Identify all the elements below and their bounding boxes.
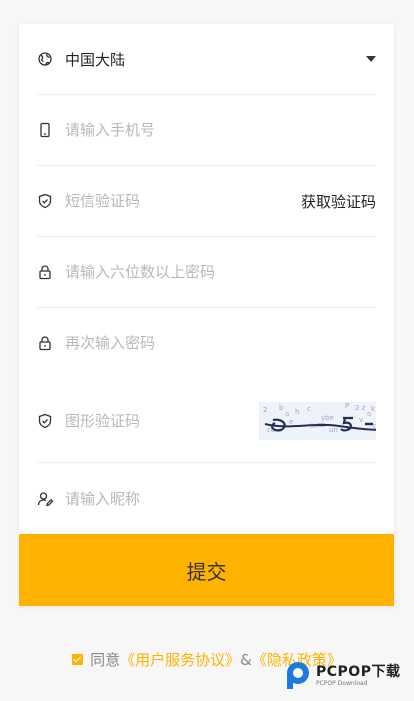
pcpop-logo-icon [287,662,309,689]
agreement-checkbox[interactable] [72,654,84,665]
svg-text:v: v [359,416,363,424]
shield-check-icon [37,193,53,209]
globe-icon [37,51,53,67]
watermark-sub: PCPOP Download [316,680,368,687]
svg-text:e: e [289,418,293,426]
password-input[interactable] [65,260,376,284]
region-select[interactable]: 中国大陆 [37,24,376,95]
phone-row [37,95,376,166]
svg-text:c: c [307,405,311,413]
svg-text:2 z: 2 z [355,404,366,412]
chevron-down-icon [366,56,376,62]
captcha-input[interactable] [65,408,259,433]
submit-button[interactable]: 提交 [19,534,394,606]
get-code-button[interactable]: 获取验证码 [301,191,376,212]
phone-icon [37,122,53,138]
nickname-input[interactable] [65,487,376,511]
register-form: 中国大陆 获取验证码 [19,24,394,606]
nickname-row [37,463,376,535]
confirm-password-input[interactable] [65,331,376,355]
svg-text:P: P [345,402,349,410]
agreement-joiner: & [240,650,252,669]
sms-code-input[interactable] [65,189,301,213]
svg-text:a: a [285,410,289,418]
shield-check-icon [37,413,53,429]
region-label: 中国大陆 [65,50,126,69]
svg-text:k: k [371,405,376,413]
user-edit-icon [37,491,53,507]
svg-text:2: 2 [263,406,267,414]
phone-input[interactable] [65,118,376,142]
captcha-row: 2bh cybeP 2 zkaa J5coe unvdi x2R akiow [37,379,376,463]
captcha-image[interactable]: 2bh cybeP 2 zkaa J5coe unvdi x2R akiow [259,401,376,440]
svg-text:ybe: ybe [321,414,334,422]
svg-text:h: h [295,408,299,416]
sms-row: 获取验证码 [37,166,376,237]
svg-text:un: un [329,426,338,434]
watermark: PCPOP下载 PCPOP Download [284,661,400,691]
terms-link[interactable]: 《用户服务协议》 [120,649,240,670]
svg-text:o: o [367,410,371,418]
lock-icon [37,335,53,351]
svg-text:b: b [279,404,284,412]
lock-icon [37,264,53,280]
watermark-brand: PCPOP下载 [316,664,401,680]
confirm-password-row [37,308,376,378]
agreement-prefix: 同意 [90,651,121,669]
password-row [37,237,376,308]
